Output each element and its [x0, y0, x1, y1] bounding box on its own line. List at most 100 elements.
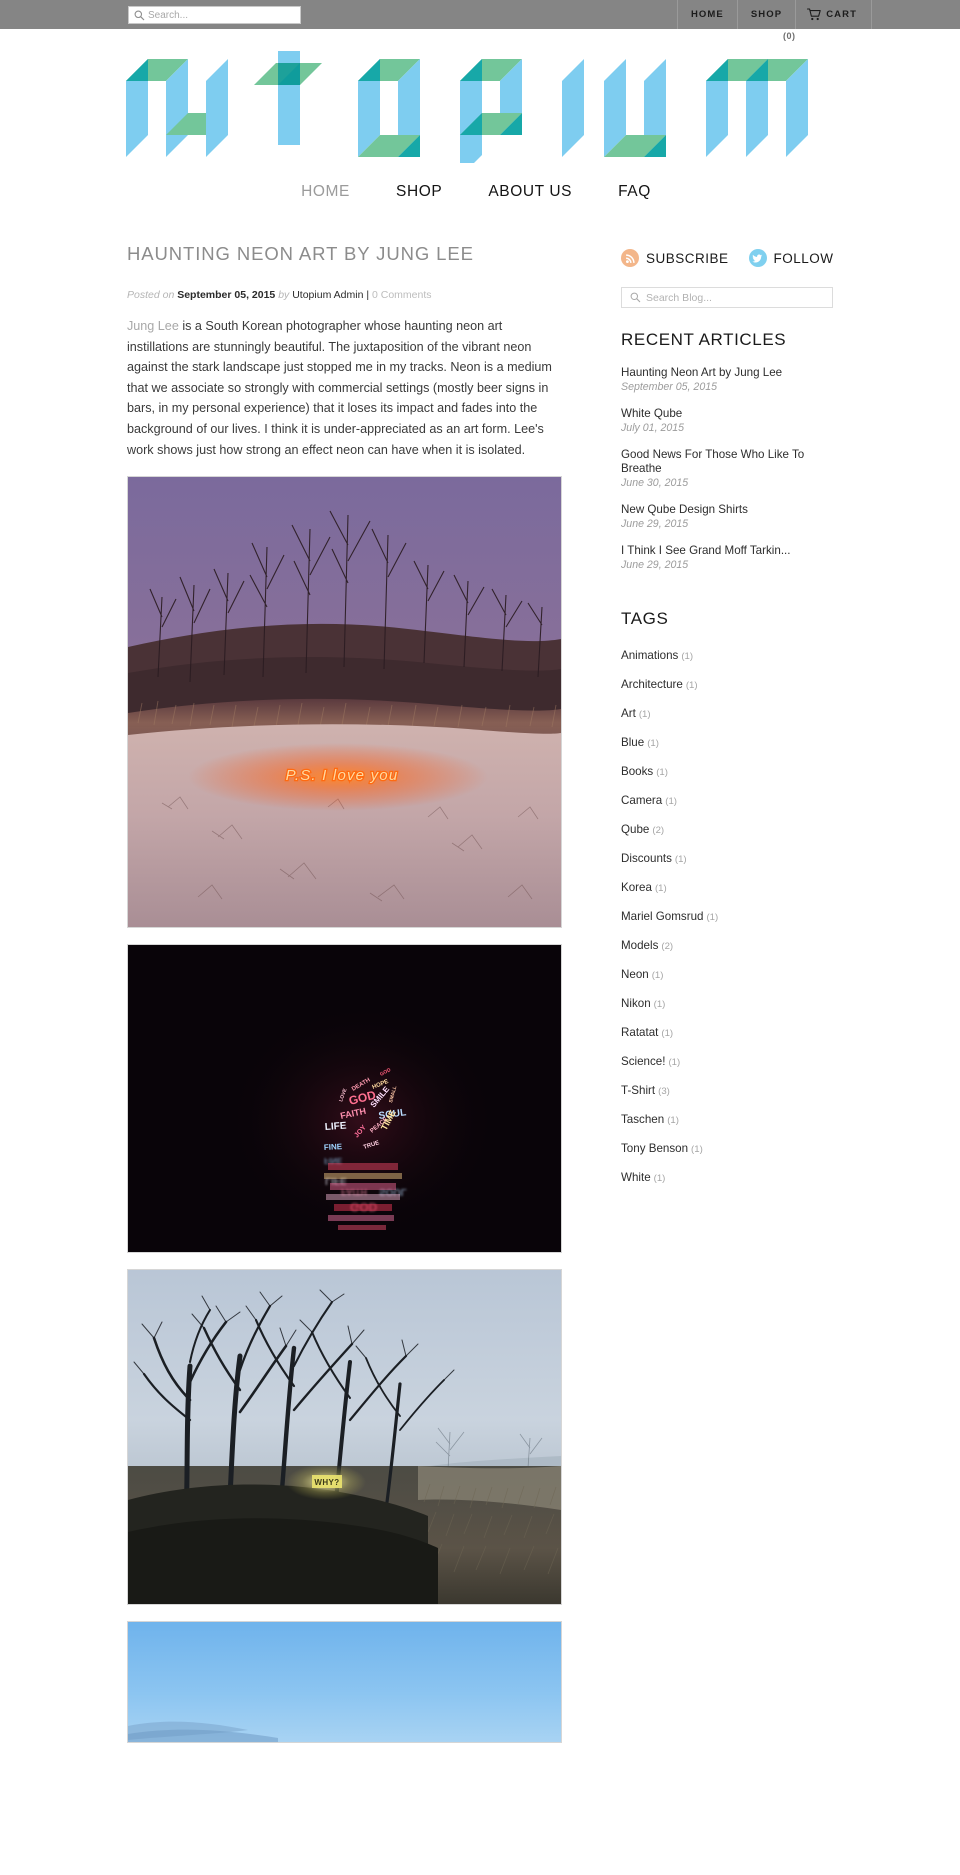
tag-item[interactable]: Neon (1) [621, 967, 833, 982]
tag-item[interactable]: Architecture (1) [621, 677, 833, 692]
recent-article-title[interactable]: New Qube Design Shirts [621, 503, 833, 517]
topbar-left-spacer [0, 0, 128, 29]
topbar-nav: HOME SHOP CART [676, 0, 872, 29]
cart-count: (0) [783, 31, 796, 41]
tag-name[interactable]: Ratatat [621, 1026, 658, 1039]
tag-name[interactable]: Science! [621, 1055, 665, 1068]
mainnav-home[interactable]: HOME [301, 183, 350, 201]
tag-name[interactable]: Tony Benson [621, 1142, 688, 1155]
tag-item[interactable]: Nikon (1) [621, 996, 833, 1011]
recent-article-date: June 29, 2015 [621, 559, 689, 571]
topnav-home[interactable]: HOME [676, 0, 737, 29]
tag-name[interactable]: Art [621, 707, 636, 720]
tag-name[interactable]: Books [621, 765, 653, 778]
article-body: Jung Lee is a South Korean photographer … [127, 316, 562, 460]
sidebar: SUBSCRIBE FOLLOW RECENT ARTICLES Hauntin… [621, 225, 833, 1755]
tag-name[interactable]: Discounts [621, 852, 672, 865]
recent-article-item[interactable]: Good News For Those Who Like To Breathe … [621, 448, 833, 489]
tag-count: (1) [651, 970, 664, 981]
tag-name[interactable]: T-Shirt [621, 1084, 655, 1097]
tag-count: (1) [653, 1173, 666, 1184]
article-body-link[interactable]: Jung Lee [127, 319, 179, 333]
tag-name[interactable]: Blue [621, 736, 644, 749]
social-row: SUBSCRIBE FOLLOW [621, 249, 833, 267]
recent-article-title[interactable]: Good News For Those Who Like To Breathe [621, 448, 833, 476]
follow-link[interactable]: FOLLOW [748, 249, 834, 267]
recent-article-item[interactable]: Haunting Neon Art by Jung Lee September … [621, 366, 833, 393]
shopping-cart-icon [807, 8, 821, 21]
recent-article-date: September 05, 2015 [621, 381, 718, 393]
tag-item[interactable]: Science! (1) [621, 1054, 833, 1069]
tag-name[interactable]: White [621, 1171, 651, 1184]
photo-neon-word-cluster[interactable]: GOD DEATH HOPE GOD SMILE FAITH SOUL LIFE… [127, 944, 562, 1254]
tag-name[interactable]: Nikon [621, 997, 651, 1010]
tag-name[interactable]: Mariel Gomsrud [621, 910, 703, 923]
mainnav-about-us[interactable]: ABOUT US [488, 183, 572, 201]
tag-item[interactable]: Ratatat (1) [621, 1025, 833, 1040]
tag-item[interactable]: Discounts (1) [621, 851, 833, 866]
tag-item[interactable]: Books (1) [621, 764, 833, 779]
tags-heading: TAGS [621, 609, 669, 628]
tag-item[interactable]: Animations (1) [621, 648, 833, 663]
tag-item[interactable]: Models (2) [621, 938, 833, 953]
photo-why[interactable]: WHY? [127, 1269, 562, 1606]
blog-search-input[interactable] [646, 291, 816, 304]
tag-item[interactable]: White (1) [621, 1170, 833, 1185]
tag-count: (1) [647, 738, 659, 749]
photo-blue-sky[interactable] [127, 1621, 562, 1744]
tag-item[interactable]: Blue (1) [621, 735, 833, 750]
tag-name[interactable]: Camera [621, 794, 662, 807]
recent-article-item[interactable]: I Think I See Grand Moff Tarkin... June … [621, 544, 833, 571]
tag-item[interactable]: T-Shirt (3) [621, 1083, 833, 1098]
tag-name[interactable]: Neon [621, 968, 649, 981]
search-input[interactable] [148, 9, 288, 21]
photo-blue-sky-image [128, 1622, 561, 1743]
photo-ps-i-love-you[interactable]: P.S. I love you [127, 476, 562, 929]
meta-comments[interactable]: 0 Comments [372, 289, 432, 301]
article-column: HAUNTING NEON ART BY JUNG LEE Posted on … [127, 225, 562, 1755]
topbar-search-area [128, 0, 301, 29]
tag-item[interactable]: Art (1) [621, 706, 833, 721]
topnav-shop[interactable]: SHOP [736, 0, 795, 29]
meta-author[interactable]: Utopium Admin [292, 289, 363, 301]
recent-article-item[interactable]: White Qube July 01, 2015 [621, 407, 833, 434]
tag-count: (1) [706, 912, 719, 923]
tag-name[interactable]: Models [621, 939, 658, 952]
column-gutter [562, 225, 621, 1755]
tag-name[interactable]: Architecture [621, 678, 683, 691]
subscribe-label: SUBSCRIBE [646, 250, 729, 266]
tag-count: (1) [674, 854, 687, 865]
neon-text-ps-i-love-you: P.S. I love you [286, 767, 399, 784]
tag-item[interactable]: Korea (1) [621, 880, 833, 895]
site-logo[interactable] [0, 29, 960, 163]
tag-item[interactable]: Mariel Gomsrud (1) [621, 909, 833, 924]
recent-articles-list: Haunting Neon Art by Jung Lee September … [621, 366, 833, 571]
tag-item[interactable]: Tony Benson (1) [621, 1141, 833, 1156]
recent-article-date: July 01, 2015 [621, 422, 685, 434]
recent-article-title[interactable]: White Qube [621, 407, 833, 421]
svg-text:LIFE: LIFE [324, 1121, 347, 1134]
recent-article-title[interactable]: I Think I See Grand Moff Tarkin... [621, 544, 833, 558]
recent-articles-heading: RECENT ARTICLES [621, 330, 787, 349]
tag-item[interactable]: Camera (1) [621, 793, 833, 808]
topnav-cart[interactable]: CART [795, 0, 872, 29]
mainnav-shop[interactable]: SHOP [396, 183, 442, 201]
tag-name[interactable]: Korea [621, 881, 652, 894]
tag-item[interactable]: Qube (2) [621, 822, 833, 837]
tag-name[interactable]: Animations [621, 649, 678, 662]
tags-list: Animations (1) Architecture (1) Art (1) Blu… [621, 648, 833, 1185]
tag-name[interactable]: Qube [621, 823, 649, 836]
recent-article-title[interactable]: Haunting Neon Art by Jung Lee [621, 366, 833, 380]
tag-count: (1) [691, 1144, 703, 1155]
mainnav-faq[interactable]: FAQ [618, 183, 651, 201]
search-box[interactable] [128, 6, 301, 24]
blog-search-box[interactable] [621, 287, 833, 308]
tag-item[interactable]: Taschen (1) [621, 1112, 833, 1127]
article-meta: Posted on September 05, 2015 by Utopium … [127, 289, 562, 301]
article-body-text: is a South Korean photographer whose hau… [127, 319, 552, 457]
main-nav: HOME SHOP ABOUT US FAQ [0, 163, 960, 225]
subscribe-link[interactable]: SUBSCRIBE [621, 249, 729, 267]
recent-article-item[interactable]: New Qube Design Shirts June 29, 2015 [621, 503, 833, 530]
tag-name[interactable]: Taschen [621, 1113, 664, 1126]
